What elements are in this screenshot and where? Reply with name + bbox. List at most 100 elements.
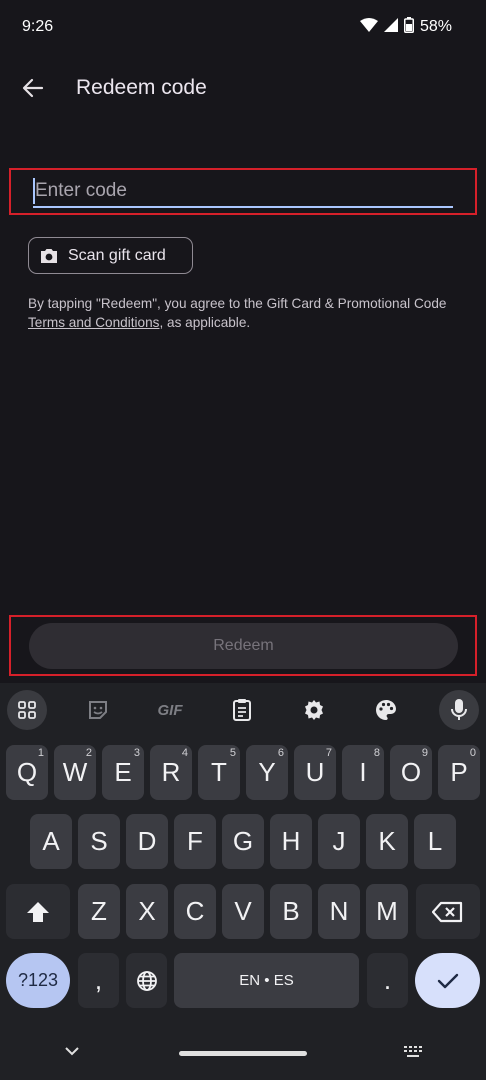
palette-icon[interactable] — [366, 690, 406, 730]
terms-before: By tapping "Redeem", you agree to the Gi… — [28, 296, 447, 311]
space-key[interactable]: EN • ES — [174, 953, 359, 1008]
key-w[interactable]: W2 — [54, 745, 96, 800]
key-d-label: D — [137, 826, 157, 856]
key-o-label: O — [400, 757, 422, 787]
text-cursor — [33, 178, 35, 204]
key-t[interactable]: T5 — [198, 745, 240, 800]
key-a[interactable]: A — [30, 814, 72, 869]
enter-key[interactable] — [415, 953, 480, 1008]
status-time: 9:26 — [22, 18, 54, 35]
navigation-bar — [0, 1030, 486, 1080]
key-g[interactable]: G — [222, 814, 264, 869]
key-k[interactable]: K — [366, 814, 408, 869]
key-m[interactable]: M — [366, 884, 408, 939]
key-v[interactable]: V — [222, 884, 264, 939]
redeem-label: Redeem — [213, 637, 274, 654]
battery-percent: 58% — [419, 18, 452, 35]
key-i-hint: 8 — [373, 747, 380, 759]
key-m-label: M — [376, 896, 398, 926]
key-s[interactable]: S — [78, 814, 120, 869]
key-f-label: F — [187, 826, 203, 856]
key-l-label: L — [427, 826, 443, 856]
shift-icon — [27, 901, 49, 922]
scan-gift-card-button[interactable]: Scan gift card — [28, 237, 193, 274]
battery-icon — [403, 16, 414, 38]
key-p-hint: 0 — [469, 747, 476, 759]
key-x-label: X — [138, 896, 156, 926]
key-h[interactable]: H — [270, 814, 312, 869]
keyboard: GIF ?123 , EN • ES . Q1W2E3R4T5Y6U7I8O9P… — [0, 683, 486, 1080]
scan-gift-card-label: Scan gift card — [68, 246, 166, 264]
key-e[interactable]: E3 — [102, 745, 144, 800]
key-o-hint: 9 — [421, 747, 428, 759]
key-q-label: Q — [16, 757, 38, 787]
terms-link[interactable]: Terms and Conditions — [28, 315, 159, 330]
back-arrow-icon — [22, 78, 44, 98]
period-key[interactable]: . — [367, 953, 408, 1008]
key-b[interactable]: B — [270, 884, 312, 939]
terms-text: By tapping "Redeem", you agree to the Gi… — [28, 294, 468, 332]
comma-key[interactable]: , — [78, 953, 119, 1008]
gif-icon[interactable]: GIF — [150, 690, 190, 730]
key-y[interactable]: Y6 — [246, 745, 288, 800]
sticker-icon[interactable] — [78, 690, 118, 730]
key-o[interactable]: O9 — [390, 745, 432, 800]
language-key[interactable] — [126, 953, 167, 1008]
back-button[interactable] — [9, 64, 57, 112]
redeem-button[interactable]: Redeem — [29, 623, 458, 669]
key-q[interactable]: Q1 — [6, 745, 48, 800]
status-icons: 58% — [359, 16, 452, 38]
key-f[interactable]: F — [174, 814, 216, 869]
key-w-label: W — [62, 757, 88, 787]
shift-key[interactable] — [6, 884, 70, 939]
page-title: Redeem code — [76, 76, 207, 99]
key-z[interactable]: Z — [78, 884, 120, 939]
key-v-label: V — [234, 896, 252, 926]
key-l[interactable]: L — [414, 814, 456, 869]
keyboard-switch-icon[interactable] — [404, 1045, 424, 1063]
home-gesture-pill[interactable] — [179, 1051, 307, 1056]
key-u-hint: 7 — [325, 747, 332, 759]
key-p[interactable]: P0 — [438, 745, 480, 800]
status-bar: 9:26 58% — [0, 0, 486, 54]
key-n-label: N — [329, 896, 349, 926]
key-x[interactable]: X — [126, 884, 168, 939]
settings-gear-icon[interactable] — [294, 690, 334, 730]
key-d[interactable]: D — [126, 814, 168, 869]
key-i-label: I — [359, 757, 367, 787]
key-t-label: T — [211, 757, 227, 787]
key-g-label: G — [232, 826, 254, 856]
key-i[interactable]: I8 — [342, 745, 384, 800]
keyboard-toolbar: GIF — [0, 683, 486, 737]
key-s-label: S — [90, 826, 108, 856]
key-u-label: U — [305, 757, 325, 787]
key-c-label: C — [185, 896, 205, 926]
key-c[interactable]: C — [174, 884, 216, 939]
key-b-label: B — [282, 896, 300, 926]
key-r-label: R — [161, 757, 181, 787]
key-p-label: P — [450, 757, 468, 787]
key-j[interactable]: J — [318, 814, 360, 869]
cellular-signal-icon — [383, 17, 398, 37]
clipboard-icon[interactable] — [222, 690, 262, 730]
key-h-label: H — [281, 826, 301, 856]
key-z-label: Z — [91, 896, 107, 926]
backspace-icon — [432, 901, 463, 922]
key-j-label: J — [332, 826, 346, 856]
key-r[interactable]: R4 — [150, 745, 192, 800]
key-y-hint: 6 — [277, 747, 284, 759]
microphone-icon[interactable] — [439, 690, 479, 730]
symbols-key[interactable]: ?123 — [6, 953, 70, 1008]
app-bar: Redeem code — [0, 62, 486, 114]
key-u[interactable]: U7 — [294, 745, 336, 800]
key-w-hint: 2 — [85, 747, 92, 759]
key-k-label: K — [378, 826, 396, 856]
hide-keyboard-chevron-icon[interactable] — [64, 1043, 80, 1061]
key-r-hint: 4 — [181, 747, 188, 759]
code-input[interactable] — [33, 175, 453, 208]
terms-after: , as applicable. — [159, 315, 251, 330]
backspace-key[interactable] — [416, 884, 480, 939]
apps-grid-icon[interactable] — [7, 690, 47, 730]
key-q-hint: 1 — [37, 747, 44, 759]
key-n[interactable]: N — [318, 884, 360, 939]
